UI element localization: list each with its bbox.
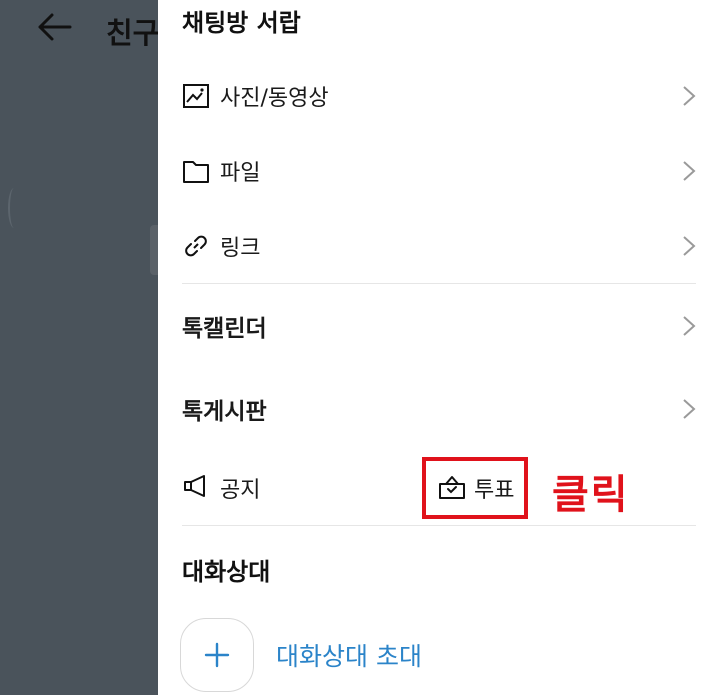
divider [182,525,696,526]
invite-label: 대화상대 초대 [276,642,422,671]
click-annotation: 클릭 [552,472,630,518]
drawer-item-board[interactable]: 톡게시판 [182,387,696,431]
drawer-item-label: 링크 [220,236,261,261]
drawer-item-label: 파일 [220,161,261,186]
chevron-right-icon [683,161,696,181]
invite-members-button[interactable]: 대화상대 초대 [180,618,422,692]
background-screen: 친구 [0,0,158,695]
drawer-item-photos[interactable]: 사진/동영상 [182,74,696,118]
chevron-right-icon [683,316,696,336]
board-label: 톡게시판 [182,399,267,425]
notice-button[interactable]: 공지 [182,466,260,510]
link-icon [182,232,210,260]
background-decoration [8,188,20,228]
chat-drawer: 채팅방 서랍 사진/동영상 파일 링크 톡캘린더 톡게시판 공지 투표 클릭 대… [158,0,720,695]
chevron-right-icon [683,236,696,256]
drawer-item-files[interactable]: 파일 [182,149,696,193]
image-icon [182,82,210,110]
notice-label: 공지 [220,478,261,503]
plus-icon [204,642,230,668]
calendar-label: 톡캘린더 [182,316,267,342]
drawer-item-links[interactable]: 링크 [182,224,696,268]
drawer-edge [150,225,158,275]
divider [182,283,696,284]
chevron-right-icon [683,86,696,106]
drawer-item-label: 사진/동영상 [220,86,329,111]
chevron-right-icon [683,399,696,419]
vote-highlight-box [422,457,528,519]
back-arrow-icon[interactable] [36,12,72,42]
members-title: 대화상대 [182,558,271,586]
drawer-title: 채팅방 서랍 [182,9,301,37]
invite-plus-button[interactable] [180,618,254,692]
drawer-item-calendar[interactable]: 톡캘린더 [182,304,696,348]
page-title: 친구 [106,16,158,50]
folder-icon [182,157,210,185]
megaphone-icon [182,472,210,504]
